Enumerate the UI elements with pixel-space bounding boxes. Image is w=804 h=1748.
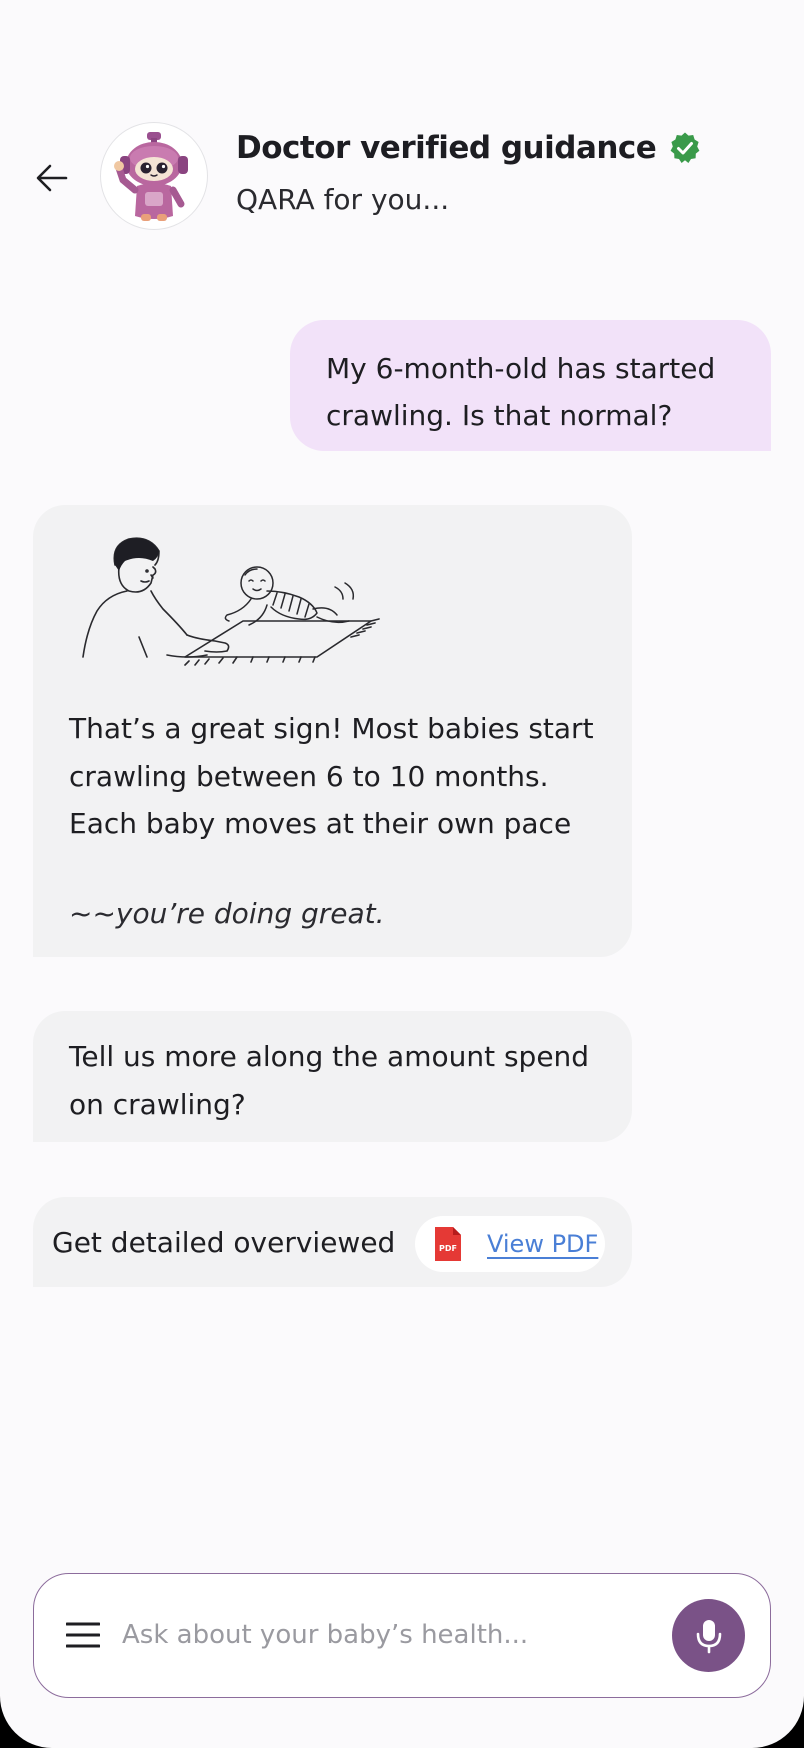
avatar xyxy=(100,122,208,230)
bot-followup-bubble: Tell us more along the amount spend on c… xyxy=(33,1011,632,1142)
microphone-button[interactable] xyxy=(672,1599,745,1672)
bot-answer-bubble: That’s a great sign! Most babies start c… xyxy=(33,505,632,957)
pdf-icon-text: PDF xyxy=(439,1244,457,1253)
answer-tagline: ~~you’re doing great. xyxy=(69,897,385,930)
view-pdf-link[interactable]: View PDF xyxy=(487,1230,598,1258)
robot-mascot-icon xyxy=(114,132,188,221)
microphone-icon xyxy=(696,1619,721,1653)
pdf-file-icon: PDF xyxy=(433,1225,463,1263)
verified-badge-icon xyxy=(670,132,700,163)
chat-input[interactable] xyxy=(122,1612,592,1658)
chat-screen: Doctor verified guidance QARA for you...… xyxy=(0,0,804,1748)
hamburger-menu-icon xyxy=(66,1622,100,1648)
back-button[interactable] xyxy=(30,156,74,200)
menu-button[interactable] xyxy=(64,1616,102,1654)
view-pdf-button[interactable]: PDF View PDF xyxy=(415,1216,605,1272)
user-message-bubble: My 6-month-old has started crawling. Is … xyxy=(290,320,771,451)
chat-composer xyxy=(33,1573,771,1698)
answer-text: That’s a great sign! Most babies start c… xyxy=(69,712,594,840)
parent-baby-illustration xyxy=(82,537,380,666)
arrow-left-icon xyxy=(36,164,68,192)
page-title: Doctor verified guidance xyxy=(236,130,657,166)
pdf-overview-bubble: Get detailed overviewed PDF View PDF xyxy=(33,1197,632,1287)
header-subtitle: QARA for you... xyxy=(236,183,450,216)
header-title-row: Doctor verified guidance xyxy=(236,130,702,166)
pdf-overview-label: Get detailed overviewed xyxy=(52,1225,396,1259)
